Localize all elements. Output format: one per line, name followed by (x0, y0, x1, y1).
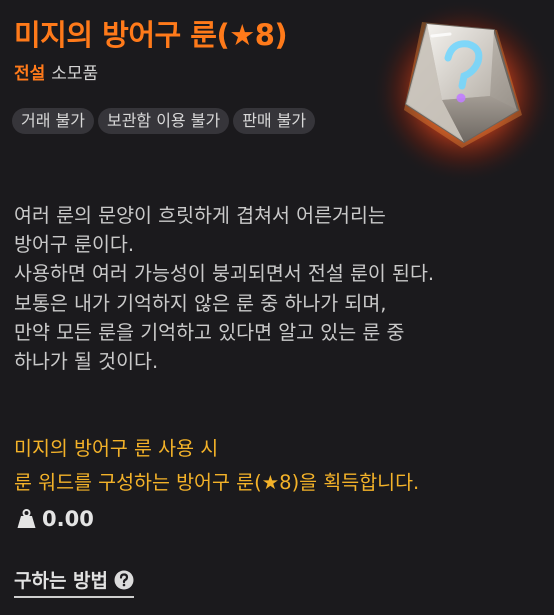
description-line: 보통은 내가 기억하지 않은 룬 중 하나가 되며, (14, 291, 387, 315)
item-tags: 거래 불가 보관함 이용 불가 판매 불가 (12, 108, 332, 142)
tag-no-storage: 보관함 이용 불가 (97, 108, 230, 134)
item-price: 0.00 (17, 507, 94, 531)
description-line: 방어구 룬이다. (14, 233, 135, 257)
item-description: 여러 룬의 문양이 흐릿하게 겹쳐서 어른거리는 방어구 룬이다. 사용하면 여… (14, 201, 434, 376)
effect-result: 룬 워드를 구성하는 방어구 룬(★8)을 획득합니다. (14, 471, 420, 494)
tag-no-sell: 판매 불가 (233, 108, 316, 134)
tag-no-trade: 거래 불가 (12, 108, 94, 134)
description-line: 하나가 될 것이다. (14, 349, 159, 373)
item-subtitle: 전설 소모품 (14, 59, 98, 84)
effect-condition: 미지의 방어구 룬 사용 시 (14, 437, 219, 460)
how-to-obtain-label: 구하는 방법 (14, 570, 109, 592)
mystery-rune-gem-icon (372, 0, 554, 184)
item-name: 미지의 방어구 룬(★8) (14, 18, 288, 52)
description-line: 사용하면 여러 가능성이 붕괴되면서 전설 룬이 된다. (14, 262, 435, 286)
weight-icon (17, 509, 36, 528)
question-mark-icon[interactable] (114, 570, 134, 590)
description-line: 여러 룬의 문양이 흐릿하게 겹쳐서 어른거리는 (14, 204, 386, 227)
item-grade: 전설 (14, 64, 46, 84)
item-category: 소모품 (51, 64, 99, 84)
item-tooltip: 미지의 방어구 룬(★8) 전설 소모품 거래 불가 보관함 이용 불가 판매 불가 (0, 0, 554, 615)
description-line: 만약 모든 룬을 기억하고 있다면 알고 있는 룬 중 (14, 320, 405, 344)
how-to-obtain-link[interactable]: 구하는 방법 (14, 566, 135, 598)
item-effect: 미지의 방어구 룬 사용 시 룬 워드를 구성하는 방어구 룬(★8)을 획득합… (14, 432, 419, 500)
price-value: 0.00 (42, 507, 94, 531)
